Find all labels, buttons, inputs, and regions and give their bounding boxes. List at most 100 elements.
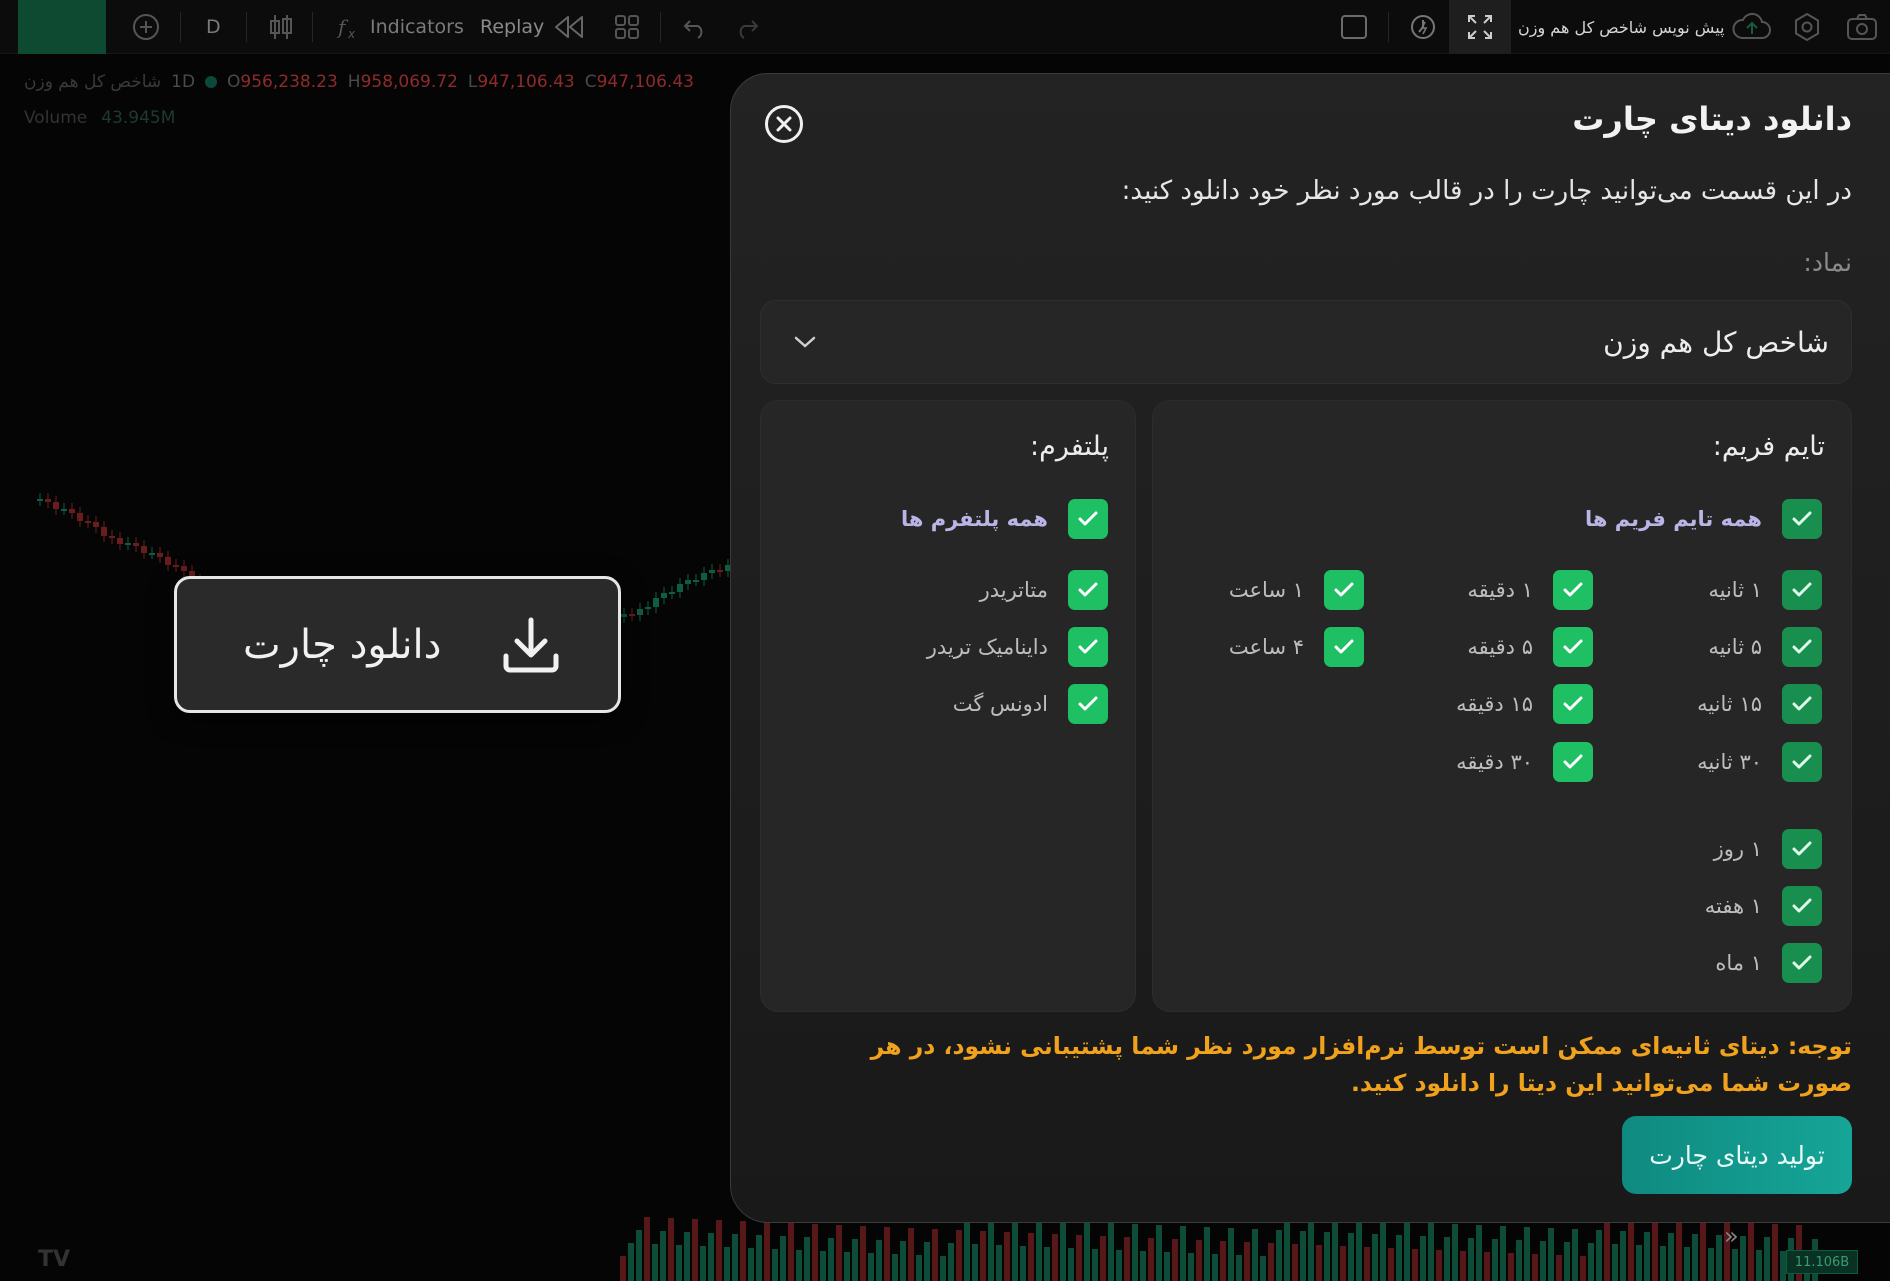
candle-body: [165, 557, 171, 565]
checkbox[interactable]: [1782, 684, 1822, 724]
volume-bar: [1220, 1241, 1226, 1281]
checkbox[interactable]: [1553, 570, 1593, 610]
close-value: 947,106.43: [596, 72, 694, 92]
timeframe-label: ۱ روز: [1713, 837, 1762, 861]
replay-button[interactable]: Replay: [480, 0, 544, 54]
volume-bar: [844, 1252, 850, 1281]
timeframe-option[interactable]: ۱ ثانیه: [1708, 570, 1822, 610]
platform-all-option[interactable]: همه پلتفرم ها: [901, 499, 1108, 539]
timeframe-label: ۱ هفته: [1704, 894, 1762, 918]
timeframe-option[interactable]: ۴ ساعت: [1229, 627, 1364, 667]
platform-title: پلتفرم:: [1030, 431, 1109, 462]
timeframe-all-checkbox[interactable]: [1782, 499, 1822, 539]
timeframe-option[interactable]: ۱۵ دقیقه: [1456, 684, 1593, 724]
ohlc-legend: شاخص کل هم وزن 1D O956,238.23 H958,069.7…: [24, 72, 694, 92]
low-value: 947,106.43: [477, 72, 575, 92]
volume-bar: [1132, 1224, 1138, 1281]
generate-chart-data-button[interactable]: تولید دیتای چارت: [1622, 1116, 1852, 1194]
alert-clock-icon[interactable]: [1408, 0, 1438, 54]
download-chart-button[interactable]: دانلود چارت: [174, 576, 621, 713]
checkbox[interactable]: [1068, 684, 1108, 724]
layout-grid-icon[interactable]: [614, 0, 640, 54]
checkbox[interactable]: [1553, 627, 1593, 667]
symbol-select[interactable]: شاخص کل هم وزن: [760, 300, 1852, 384]
volume-bar: [1396, 1235, 1402, 1281]
settings-gear-icon[interactable]: [1792, 0, 1822, 54]
checkbox[interactable]: [1782, 943, 1822, 983]
volume-bar: [1308, 1218, 1314, 1281]
timeframe-option[interactable]: ۱ ماه: [1715, 943, 1822, 983]
timeframe-option[interactable]: ۱ روز: [1714, 829, 1822, 869]
platform-option[interactable]: داینامیک تریدر: [927, 627, 1108, 667]
candle-type-icon[interactable]: [268, 0, 294, 54]
cloud-upload-icon[interactable]: [1732, 0, 1772, 54]
platform-option[interactable]: ادونس گت: [953, 684, 1108, 724]
cloud-save-title[interactable]: پیش نویس شاخص کل هم وزن: [1518, 0, 1724, 54]
close-icon[interactable]: [765, 105, 803, 143]
candle-body: [149, 553, 155, 555]
chart-app: { "toolbar": { "timeframe": "D", "indica…: [0, 0, 1890, 1281]
volume-bar: [1268, 1243, 1274, 1281]
timeframe-option[interactable]: ۱۵ ثانیه: [1697, 684, 1822, 724]
timeframe-option[interactable]: ۱ دقیقه: [1467, 570, 1593, 610]
volume-bar: [1580, 1256, 1586, 1281]
candle-body: [69, 509, 75, 513]
volume-bar: [1540, 1241, 1546, 1281]
volume-bar: [1212, 1254, 1218, 1281]
volume-bar: [1340, 1246, 1346, 1281]
volume-bar: [1444, 1237, 1450, 1281]
timeframe-option[interactable]: ۱ ساعت: [1229, 570, 1364, 610]
timeframe-button[interactable]: D: [206, 0, 221, 54]
volume-bar: [1700, 1221, 1706, 1281]
checkbox[interactable]: [1553, 742, 1593, 782]
checkbox[interactable]: [1782, 829, 1822, 869]
volume-bar: [1060, 1221, 1066, 1281]
volume-bar: [1764, 1237, 1770, 1281]
camera-icon[interactable]: [1846, 0, 1878, 54]
candle-body: [61, 509, 67, 511]
checkbox[interactable]: [1782, 742, 1822, 782]
checkbox[interactable]: [1068, 570, 1108, 610]
add-symbol-icon[interactable]: [132, 0, 160, 54]
checkbox[interactable]: [1782, 570, 1822, 610]
volume-bar: [884, 1227, 890, 1281]
checkbox[interactable]: [1782, 627, 1822, 667]
volume-bar: [1492, 1239, 1498, 1281]
candle-body: [701, 573, 707, 580]
redo-icon[interactable]: [734, 0, 760, 54]
indicators-button[interactable]: Indicators: [370, 0, 464, 54]
undo-icon[interactable]: [682, 0, 708, 54]
volume-bar: [932, 1229, 938, 1281]
checkbox[interactable]: [1324, 627, 1364, 667]
timeframe-all-option[interactable]: همه تایم فریم ها: [1585, 499, 1822, 539]
scroll-to-realtime-icon[interactable]: »: [1724, 1222, 1739, 1250]
replay-rewind-icon[interactable]: [552, 0, 586, 54]
timeframe-option[interactable]: ۳۰ دقیقه: [1456, 742, 1593, 782]
candle-body: [117, 538, 123, 544]
timeframe-option[interactable]: ۳۰ ثانیه: [1697, 742, 1822, 782]
symbol-search-button[interactable]: [18, 0, 106, 54]
indicators-fx-icon[interactable]: fx: [336, 0, 362, 54]
timeframe-option[interactable]: ۵ دقیقه: [1467, 627, 1593, 667]
chevron-down-icon: [794, 336, 816, 348]
checkbox[interactable]: [1324, 570, 1364, 610]
fullscreen-square-icon[interactable]: [1340, 0, 1368, 54]
maximize-button[interactable]: [1449, 0, 1511, 54]
checkbox[interactable]: [1068, 627, 1108, 667]
checkbox[interactable]: [1553, 684, 1593, 724]
volume-bar: [892, 1254, 898, 1281]
volume-bar: [1716, 1235, 1722, 1281]
volume-bar: [1108, 1223, 1114, 1281]
low-label: L: [467, 72, 478, 92]
platform-option[interactable]: متاتریدر: [980, 570, 1108, 610]
checkbox[interactable]: [1782, 886, 1822, 926]
candle-body: [677, 584, 683, 592]
platform-all-checkbox[interactable]: [1068, 499, 1108, 539]
candle-body: [53, 502, 59, 509]
timeframe-option[interactable]: ۵ ثانیه: [1708, 627, 1822, 667]
timeframe-label: ۱ ساعت: [1228, 578, 1304, 602]
volume-legend: Volume 43.945M: [24, 108, 175, 128]
volume-bar: [748, 1248, 754, 1281]
panel-description: در این قسمت می‌توانید چارت را در قالب مو…: [1121, 176, 1852, 206]
timeframe-option[interactable]: ۱ هفته: [1705, 886, 1822, 926]
